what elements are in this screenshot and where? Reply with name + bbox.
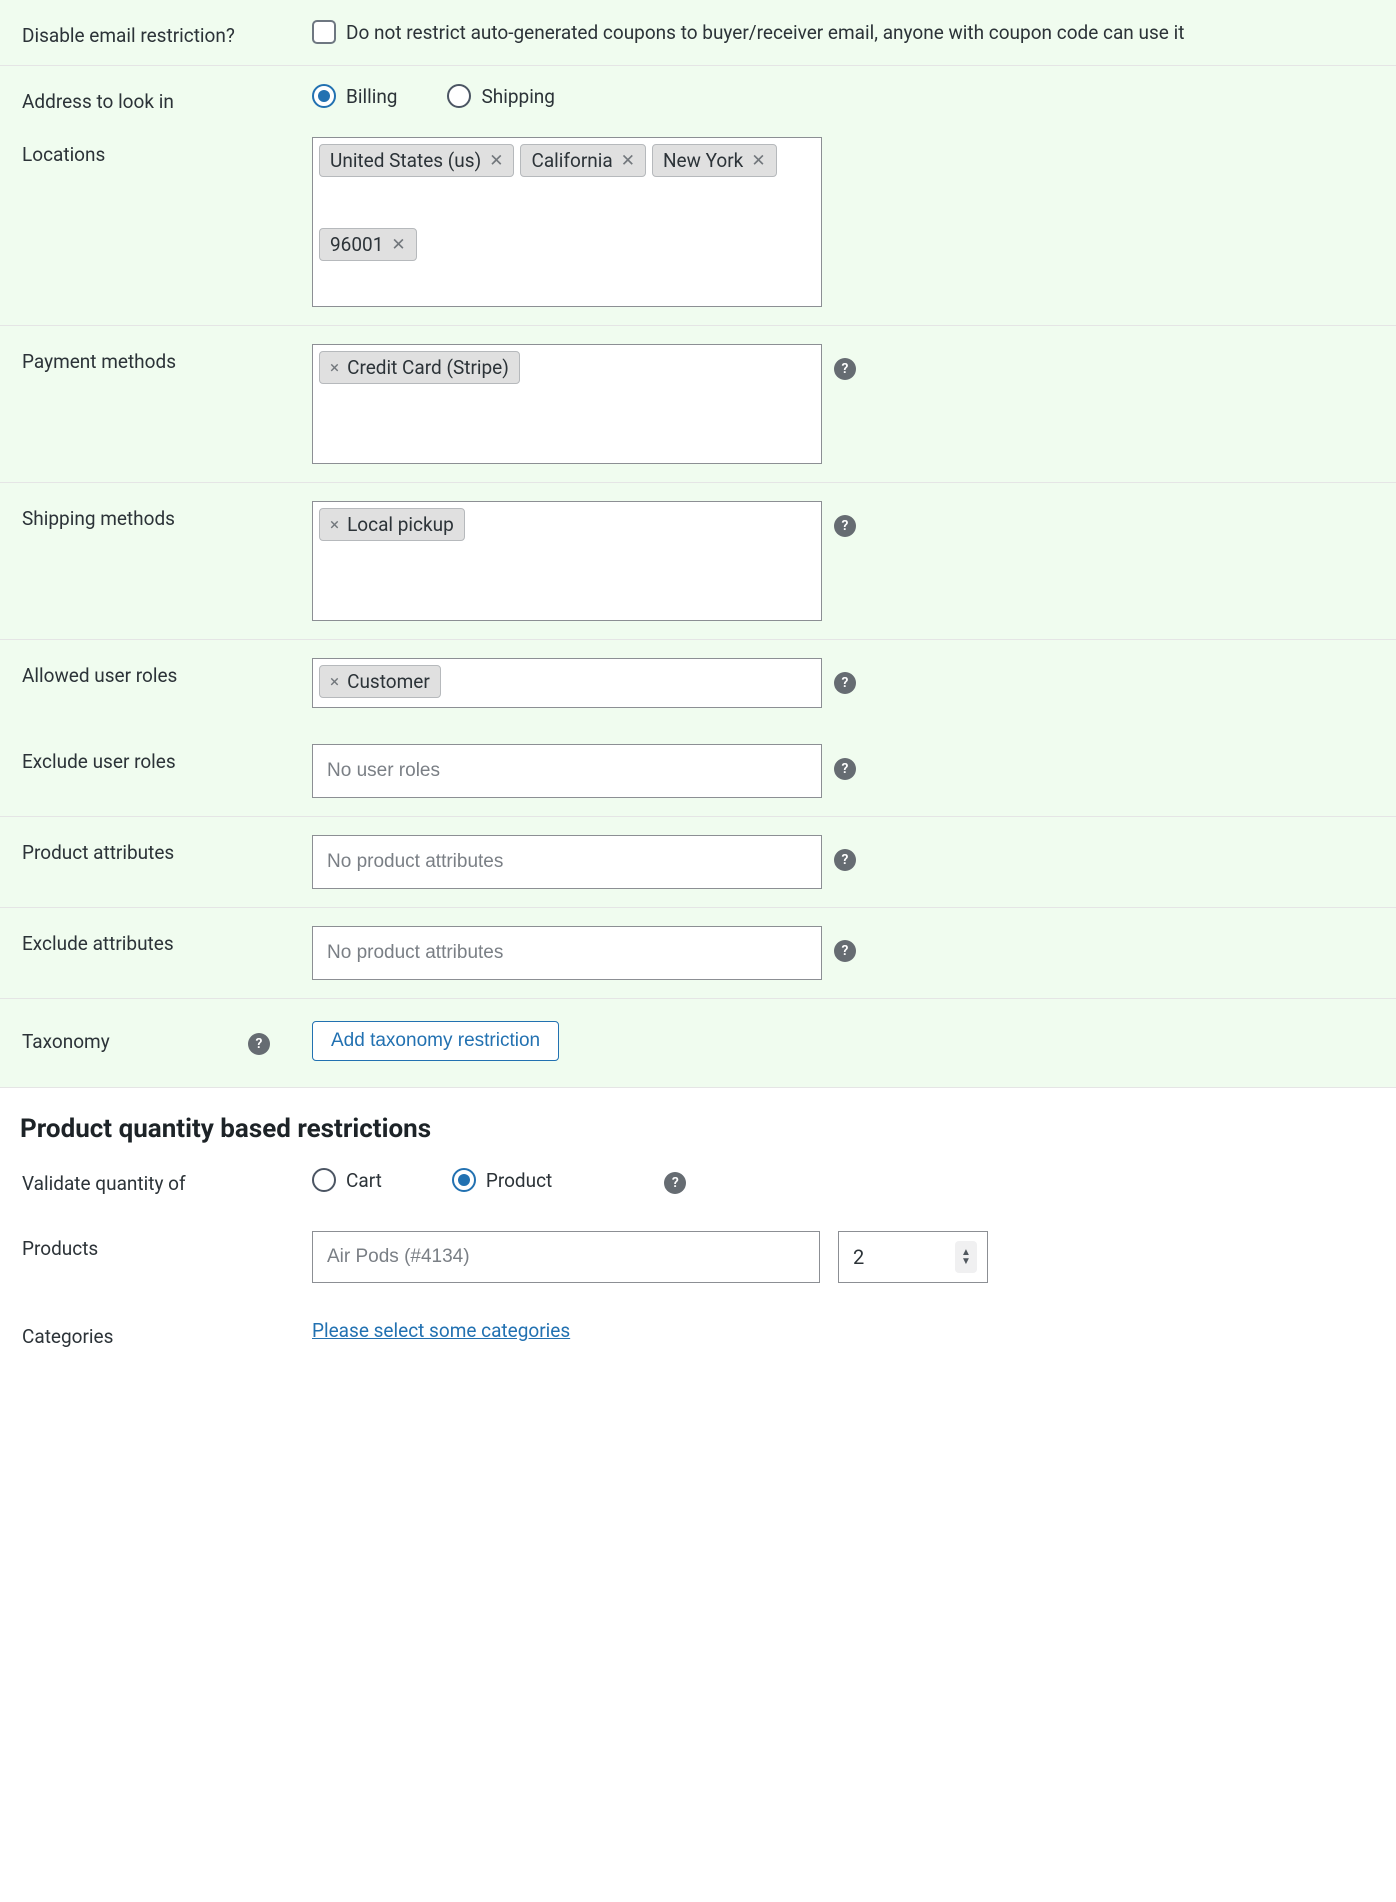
tag-text: 96001 [330, 233, 383, 256]
row-disable-email: Disable email restriction? Do not restri… [0, 0, 1396, 66]
radio-product[interactable]: Product [452, 1168, 552, 1192]
row-validate-qty: Validate quantity of Cart Product ? [0, 1152, 1396, 1213]
remove-tag-icon[interactable]: ✕ [489, 151, 503, 171]
row-product-attrs: Product attributes ? [0, 817, 1396, 908]
radio-group-address: Billing Shipping [312, 84, 555, 108]
row-locations: Locations United States (us) ✕ Californi… [0, 131, 1396, 326]
radio-shipping[interactable]: Shipping [447, 84, 555, 108]
radio-label-product: Product [486, 1169, 552, 1192]
radio-circle-icon [312, 1168, 336, 1192]
tag-text: California [531, 149, 612, 172]
remove-tag-icon[interactable]: ✕ [751, 151, 765, 171]
radio-billing[interactable]: Billing [312, 84, 397, 108]
help-icon[interactable]: ? [834, 358, 856, 380]
tag-text: New York [663, 149, 743, 172]
remove-tag-icon[interactable]: ✕ [621, 151, 635, 171]
label-validate-qty: Validate quantity of [22, 1166, 312, 1195]
radio-circle-icon [452, 1168, 476, 1192]
add-taxonomy-button[interactable]: Add taxonomy restriction [312, 1021, 559, 1061]
row-exclude-attrs: Exclude attributes ? [0, 908, 1396, 999]
qty-value: 2 [853, 1245, 864, 1269]
row-exclude-roles: Exclude user roles ? [0, 726, 1396, 817]
tag-text: United States (us) [330, 149, 481, 172]
tag-text: Local pickup [347, 513, 454, 536]
tag-location[interactable]: California ✕ [520, 144, 646, 177]
stepper-buttons[interactable]: ▲ ▼ [955, 1241, 977, 1273]
allowed-roles-input[interactable]: × Customer [312, 658, 822, 708]
help-icon[interactable]: ? [664, 1172, 686, 1194]
label-exclude-attrs: Exclude attributes [22, 926, 312, 955]
select-categories-link[interactable]: Please select some categories [312, 1319, 570, 1342]
radio-circle-icon [447, 84, 471, 108]
help-icon[interactable]: ? [834, 940, 856, 962]
products-input[interactable] [312, 1231, 820, 1283]
tag-location[interactable]: New York ✕ [652, 144, 777, 177]
label-products: Products [22, 1231, 312, 1260]
exclude-attrs-input[interactable] [312, 926, 822, 980]
desc-disable-email: Do not restrict auto-generated coupons t… [346, 18, 1184, 47]
payment-input[interactable]: × Credit Card (Stripe) [312, 344, 822, 464]
product-attrs-input[interactable] [312, 835, 822, 889]
row-allowed-roles: Allowed user roles × Customer ? [0, 640, 1396, 726]
help-icon[interactable]: ? [834, 849, 856, 871]
exclude-roles-input[interactable] [312, 744, 822, 798]
chevron-down-icon[interactable]: ▼ [961, 1257, 971, 1266]
heading-qty-restrictions: Product quantity based restrictions [0, 1088, 1396, 1152]
tag-text: Credit Card (Stripe) [347, 356, 509, 379]
row-payment: Payment methods × Credit Card (Stripe) ? [0, 326, 1396, 483]
locations-input[interactable]: United States (us) ✕ California ✕ New Yo… [312, 137, 822, 307]
label-taxonomy: Taxonomy [22, 1030, 110, 1053]
tag-location[interactable]: 96001 ✕ [319, 228, 417, 261]
label-exclude-roles: Exclude user roles [22, 744, 312, 773]
help-icon[interactable]: ? [834, 515, 856, 537]
label-categories: Categories [22, 1319, 312, 1348]
shipping-input[interactable]: × Local pickup [312, 501, 822, 621]
label-address: Address to look in [22, 84, 312, 113]
row-shipping: Shipping methods × Local pickup ? [0, 483, 1396, 640]
radio-label-billing: Billing [346, 85, 397, 108]
label-allowed-roles: Allowed user roles [22, 658, 312, 687]
tag-location[interactable]: United States (us) ✕ [319, 144, 514, 177]
help-icon[interactable]: ? [248, 1033, 270, 1055]
radio-cart[interactable]: Cart [312, 1168, 382, 1192]
radio-label-shipping: Shipping [481, 85, 555, 108]
label-product-attrs: Product attributes [22, 835, 312, 864]
checkbox-disable-email[interactable] [312, 20, 336, 44]
radio-group-validate: Cart Product [312, 1168, 552, 1192]
row-products: Products 2 ▲ ▼ [0, 1213, 1396, 1301]
remove-tag-icon[interactable]: × [330, 672, 339, 692]
label-locations: Locations [22, 137, 312, 166]
label-shipping: Shipping methods [22, 501, 312, 530]
row-categories: Categories Please select some categories [0, 1301, 1396, 1376]
help-icon[interactable]: ? [834, 672, 856, 694]
help-icon[interactable]: ? [834, 758, 856, 780]
tag-payment[interactable]: × Credit Card (Stripe) [319, 351, 520, 384]
remove-tag-icon[interactable]: ✕ [391, 235, 405, 255]
label-taxonomy-wrap: Taxonomy ? [22, 1021, 290, 1055]
tag-role[interactable]: × Customer [319, 665, 441, 698]
tag-text: Customer [347, 670, 430, 693]
quantity-stepper[interactable]: 2 ▲ ▼ [838, 1231, 988, 1283]
row-taxonomy: Taxonomy ? Add taxonomy restriction [0, 999, 1396, 1088]
remove-tag-icon[interactable]: × [330, 515, 339, 535]
row-address: Address to look in Billing Shipping [0, 66, 1396, 131]
tag-shipping[interactable]: × Local pickup [319, 508, 465, 541]
radio-circle-icon [312, 84, 336, 108]
radio-label-cart: Cart [346, 1169, 382, 1192]
label-disable-email: Disable email restriction? [22, 18, 312, 47]
remove-tag-icon[interactable]: × [330, 358, 339, 378]
label-payment: Payment methods [22, 344, 312, 373]
